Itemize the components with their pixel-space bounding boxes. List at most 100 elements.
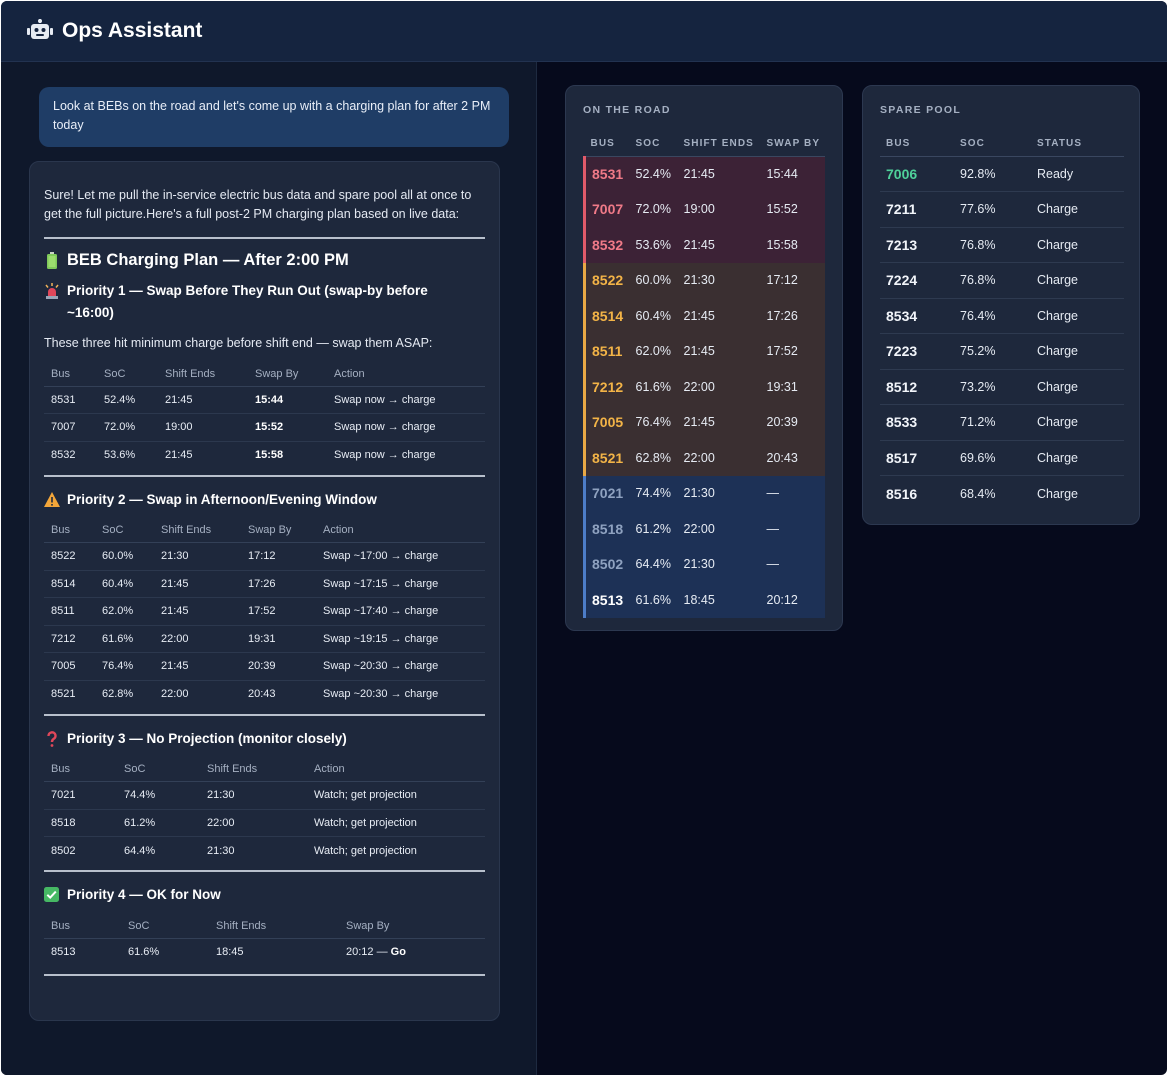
cell-bus: 8502 xyxy=(583,546,630,582)
road-row-8531: 8531 52.4% 21:45 15:44 xyxy=(583,156,825,192)
cell-status: Charge xyxy=(1031,333,1124,370)
table-row: 8531 52.4% 21:45 15:44 Swap now → charge xyxy=(44,386,485,414)
column-header: SOC xyxy=(954,131,1031,157)
plan-title: BEB Charging Plan — After 2:00 PM xyxy=(67,251,349,269)
cell-action: Swap ~17:40 → charge xyxy=(316,597,485,626)
spare-pool-title: SPARE POOL xyxy=(880,104,962,116)
priority2-title: Priority 2 — Swap in Afternoon/Evening W… xyxy=(67,491,377,507)
cell-swap-by: 19:31 xyxy=(760,369,825,405)
spare-row-8533: 8533 71.2% Charge xyxy=(880,404,1124,441)
app-window: Ops Assistant Look at BEBs on the road a… xyxy=(1,1,1167,1075)
cell-soc: 61.6% xyxy=(629,582,678,618)
cell-swap-by: 15:44 xyxy=(760,156,825,192)
cell-swap-by: 15:58 xyxy=(255,449,284,461)
cell-soc: 61.2% xyxy=(629,511,678,547)
table-row: 8521 62.8% 22:00 20:43 Swap ~20:30 → charge xyxy=(44,680,485,708)
table-row: 8522 60.0% 21:30 17:12 Swap ~17:00 → charge xyxy=(44,542,485,571)
cell-bus: 7212 xyxy=(44,625,95,653)
cell-bus: 8522 xyxy=(583,262,630,298)
cell-swap-by: 20:39 xyxy=(760,404,825,440)
table-row: 8514 60.4% 21:45 17:26 Swap ~17:15 → charge xyxy=(44,570,485,598)
swap-by-time: 20:12 — xyxy=(346,946,391,958)
cell-soc: 72.0% xyxy=(629,191,678,227)
cell-swap-by: 20:43 xyxy=(248,688,276,700)
cell-bus: 8502 xyxy=(51,844,76,857)
spare-pool-table: BUS SOC STATUS 7006 92.8% Ready 7211 77.6% Ch… xyxy=(880,131,1124,511)
cell-status: Charge xyxy=(1031,369,1124,405)
priority2-heading: Priority 2 — Swap in Afternoon/Evening W… xyxy=(44,489,485,511)
on-the-road-title: ON THE ROAD xyxy=(583,104,671,116)
priority1-note: These three hit minimum charge before sh… xyxy=(44,336,433,350)
column-header: Shift Ends xyxy=(200,757,307,782)
cell-bus: 8534 xyxy=(880,298,954,334)
column-header: Action xyxy=(307,757,485,782)
cell-soc: 60.0% xyxy=(629,262,678,298)
cell-soc: 52.4% xyxy=(629,156,678,192)
cell-swap-by: 20:12 — Go xyxy=(339,938,485,966)
cell-shift-ends: 22:00 xyxy=(677,369,761,405)
cell-soc: 74.4% xyxy=(629,475,678,511)
on-the-road-panel: ON THE ROAD BUS SOC SHIFT ENDS SWAP BY 8… xyxy=(565,85,843,631)
divider xyxy=(44,973,485,976)
spare-row-8534: 8534 76.4% Charge xyxy=(880,298,1124,334)
cell-soc: 75.2% xyxy=(954,333,1031,370)
road-row-8522: 8522 60.0% 21:30 17:12 xyxy=(583,262,825,298)
table-row: 8513 61.6% 18:45 20:12 — Go xyxy=(44,938,485,966)
cell-swap-by: — xyxy=(760,511,825,547)
assistant-message: Sure! Let me pull the in-service electri… xyxy=(29,161,500,1021)
cell-bus: 7006 xyxy=(880,156,954,192)
reply-intro: Sure! Let me pull the in-service electri… xyxy=(44,188,472,221)
road-row-7021: 7021 74.4% 21:30— xyxy=(583,475,825,511)
cell-soc: 60.4% xyxy=(95,570,154,598)
cell-bus: 8514 xyxy=(44,570,95,598)
cell-shift-ends: 21:30 xyxy=(677,475,761,511)
cell-swap-by: 19:31 xyxy=(241,625,316,653)
cell-bus: 7005 xyxy=(44,652,95,681)
cell-action: Watch; get projection xyxy=(314,844,417,857)
column-header: Swap By xyxy=(241,518,316,543)
cell-bus: 7007 xyxy=(583,191,630,227)
cell-shift-ends: 19:00 xyxy=(677,191,761,227)
spare-row-8516: 8516 68.4% Charge xyxy=(880,476,1124,512)
cell-swap-by: 17:52 xyxy=(241,597,316,626)
cell-action: Swap now → charge xyxy=(327,386,485,414)
cell-swap-by: 15:52 xyxy=(760,191,825,227)
cell-soc: 76.4% xyxy=(95,652,154,681)
cell-swap-by: 20:43 xyxy=(760,440,825,476)
column-header: BUS xyxy=(584,131,630,157)
warning-icon xyxy=(44,491,60,508)
cell-action: Swap now → charge xyxy=(334,449,436,461)
cell-soc: 61.6% xyxy=(128,946,160,958)
priority1-heading: Priority 1 — Swap Before They Run Out (s… xyxy=(44,280,485,324)
table-row: 7021 74.4% 21:30 Watch; get projection xyxy=(44,781,485,810)
cell-status: Charge xyxy=(1031,191,1124,228)
spare-row-8512: 8512 73.2% Charge xyxy=(880,369,1124,405)
road-row-7005: 7005 76.4% 21:45 20:39 xyxy=(583,404,825,440)
column-header: SoC xyxy=(121,914,209,939)
table-row: 8532 53.6% 21:45 15:58 Swap now → charge xyxy=(44,441,485,469)
cell-soc: 92.8% xyxy=(954,156,1031,192)
plan-heading: BEB Charging Plan — After 2:00 PM xyxy=(44,251,485,270)
divider xyxy=(44,237,485,239)
cell-action: Swap ~17:15 → charge xyxy=(316,570,485,598)
cell-shift-ends: 19:00 xyxy=(158,413,248,442)
column-header: SHIFT ENDS xyxy=(677,131,761,157)
cell-bus: 7213 xyxy=(880,227,954,263)
cell-shift-ends: 21:30 xyxy=(677,262,761,298)
road-row-8518: 8518 61.2% 22:00— xyxy=(583,511,825,547)
cell-swap-by: 15:44 xyxy=(248,386,327,414)
cell-action: Swap ~20:30 → charge xyxy=(323,688,439,700)
cell-shift-ends: 22:00 xyxy=(200,809,307,837)
divider xyxy=(44,713,485,716)
cell-soc: 69.6% xyxy=(954,440,1031,476)
cell-bus: 8532 xyxy=(51,449,76,461)
cell-soc: 53.6% xyxy=(629,227,678,263)
cell-soc: 73.2% xyxy=(954,369,1031,405)
table-row: 8511 62.0% 21:45 17:52 Swap ~17:40 → charge xyxy=(44,597,485,626)
cell-bus: 8522 xyxy=(44,542,95,571)
spare-pool-panel: SPARE POOL BUS SOC STATUS 7006 92.8% Ready… xyxy=(862,85,1140,525)
cell-soc: 76.4% xyxy=(954,298,1031,334)
cell-soc: 60.0% xyxy=(95,542,154,571)
cell-bus: 7007 xyxy=(44,413,97,442)
priority2-table: Bus SoC Shift Ends Swap By Action 8522 60… xyxy=(44,518,485,708)
